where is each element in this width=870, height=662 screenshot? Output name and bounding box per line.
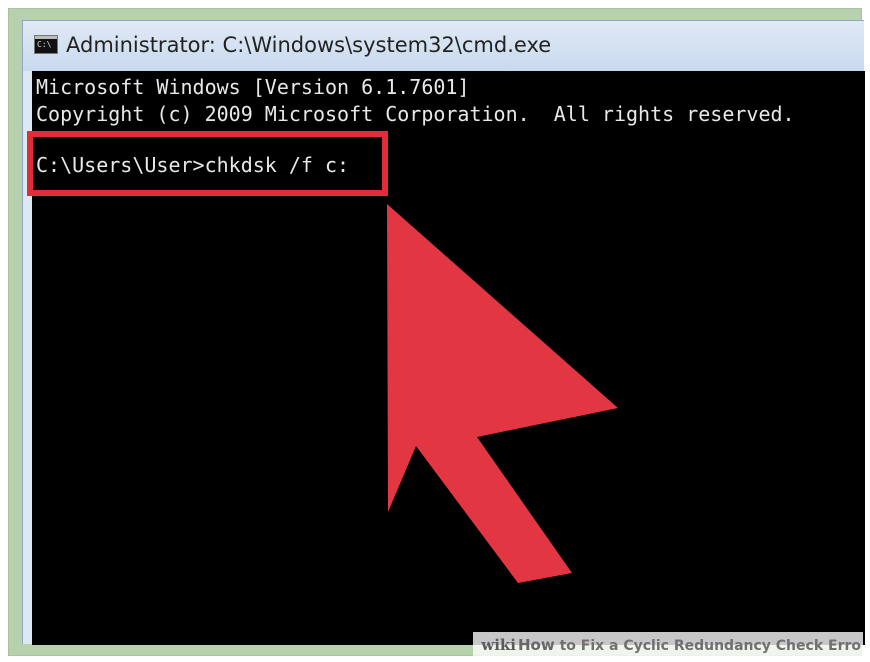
command-highlight-box — [27, 131, 388, 196]
command-prompt-icon — [34, 35, 58, 54]
watermark-how-text: How — [517, 636, 555, 654]
watermark-title: to Fix a Cyclic Redundancy Check Erro — [554, 638, 861, 654]
terminal-line-copyright: Copyright (c) 2009 Microsoft Corporation… — [36, 102, 795, 126]
cmd-window: Administrator: C:\Windows\system32\cmd.e… — [22, 20, 865, 645]
window-title: Administrator: C:\Windows\system32\cmd.e… — [66, 33, 552, 57]
window-titlebar[interactable]: Administrator: C:\Windows\system32\cmd.e… — [23, 21, 864, 71]
watermark-wiki-text: wiki — [481, 636, 516, 654]
terminal-line-version: Microsoft Windows [Version 6.1.7601] — [36, 75, 470, 99]
wikihow-watermark: wiki How to Fix a Cyclic Redundancy Check… — [473, 632, 863, 659]
